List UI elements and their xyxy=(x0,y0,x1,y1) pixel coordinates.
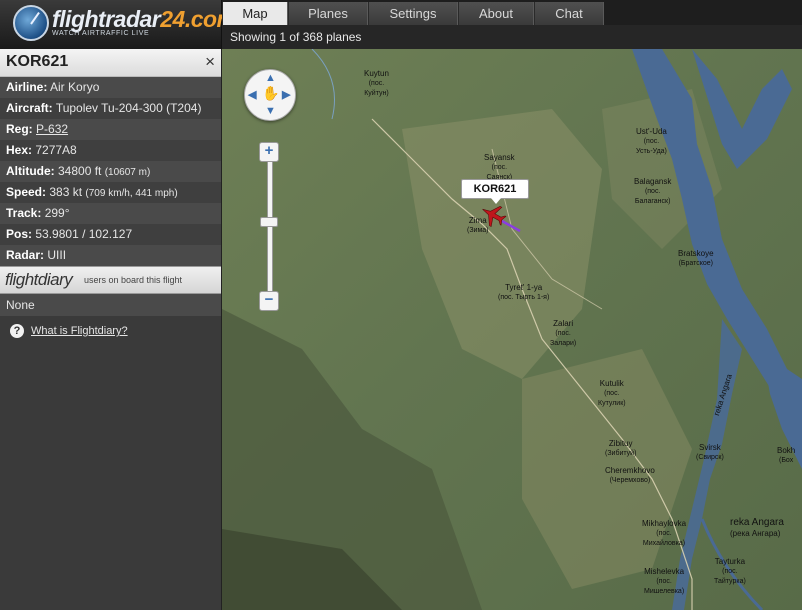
pan-up-icon[interactable]: ▲ xyxy=(265,72,276,84)
aircraft-value: Tupolev Tu-204-300 (T204) xyxy=(55,101,202,115)
speed-value: 383 kt xyxy=(49,185,83,199)
close-icon[interactable]: × xyxy=(205,52,215,72)
radar-globe-icon xyxy=(13,5,49,41)
track-label: Track: xyxy=(6,206,42,220)
pos-label: Pos: xyxy=(6,227,33,241)
airline-label: Airline: xyxy=(6,80,48,94)
logo-tagline: WATCH AIRTRAFFIC LIVE xyxy=(52,30,150,37)
logo-wordmark: flightradar24.com xyxy=(52,6,237,32)
altitude-meters: (10607 m) xyxy=(104,167,151,178)
town-svirsk: Svirsk (Свирск) xyxy=(696,443,724,461)
pan-right-icon[interactable]: ▶ xyxy=(282,88,290,101)
hex-label: Hex: xyxy=(6,143,33,157)
river-angara-ru-label: (река Ангара) xyxy=(730,529,781,538)
speed-label: Speed: xyxy=(6,185,47,199)
town-mikhaylovka: Mikhaylovka (пос. Михайловка) xyxy=(642,519,687,547)
airline-value: Air Koryo xyxy=(50,80,100,94)
town-ust-uda: Ust'-Uda (пос. Усть-Уда) xyxy=(636,127,667,155)
pan-left-icon[interactable]: ◀ xyxy=(248,88,256,101)
tab-settings[interactable]: Settings xyxy=(368,2,458,25)
altitude-label: Altitude: xyxy=(6,164,55,178)
town-sayansk: Sayansk (пос. Саянск) xyxy=(484,153,515,181)
speed-alt-units: (709 km/h, 441 mph) xyxy=(85,188,178,199)
flightdiary-bar: flightdiary users on board this flight xyxy=(0,266,221,294)
planes-count-status: Showing 1 of 368 planes xyxy=(230,30,362,44)
main-tabs: Map Planes Settings About Chat xyxy=(222,2,604,25)
town-kuytun: Kuytun (пос. Куйтун) xyxy=(364,69,389,97)
track-row: Track: 299° xyxy=(0,203,221,224)
question-icon: ? xyxy=(10,324,24,338)
what-is-flightdiary-link[interactable]: What is Flightdiary? xyxy=(31,325,128,337)
plane-callsign-label[interactable]: KOR621 xyxy=(461,179,529,204)
tab-planes[interactable]: Planes xyxy=(288,2,368,25)
track-value: 299° xyxy=(44,206,70,220)
speed-row: Speed: 383 kt (709 km/h, 441 mph) xyxy=(0,182,221,203)
town-zalari: Zalari (пос. Залари) xyxy=(550,319,577,347)
terrain-map xyxy=(222,49,802,610)
town-bokh: Bokh (Бох xyxy=(777,446,796,464)
map-view[interactable]: Kuytun (пос. Куйтун) Sayansk (пос. Саянск) Z… xyxy=(222,49,802,610)
flight-header: KOR621 × xyxy=(0,49,221,77)
zoom-in-button[interactable]: + xyxy=(259,142,279,162)
flightdiary-logo[interactable]: flightdiary xyxy=(5,270,73,290)
pan-down-icon[interactable]: ▼ xyxy=(265,105,276,117)
reg-link[interactable]: P-632 xyxy=(36,122,68,136)
flight-info-panel: KOR621 × Airline: Air Koryo Aircraft: Tu… xyxy=(0,49,222,610)
altitude-value: 34800 ft xyxy=(58,164,102,178)
radar-value: UIII xyxy=(47,248,67,262)
hand-icon: ✋ xyxy=(262,85,280,101)
zoom-out-button[interactable]: − xyxy=(259,291,279,311)
radar-label: Radar: xyxy=(6,248,45,262)
radar-row: Radar: UIII xyxy=(0,245,221,266)
zoom-slider-handle[interactable] xyxy=(260,217,278,227)
flightradar24-logo[interactable]: flightradar24.com WATCH AIRTRAFFIC LIVE xyxy=(0,0,237,49)
town-balagansk: Balagansk (пос. Балаганск) xyxy=(634,177,672,205)
reg-row: Reg: P-632 xyxy=(0,119,221,140)
flightdiary-caption: users on board this flight xyxy=(84,275,183,285)
hex-row: Hex: 7277A8 xyxy=(0,140,221,161)
pos-value: 53.9801 / 102.127 xyxy=(35,227,133,241)
header: flightradar24.com WATCH AIRTRAFFIC LIVE … xyxy=(0,0,802,49)
tab-map[interactable]: Map xyxy=(222,2,288,25)
town-tayturka: Tayturka (пос. Тайтурка) xyxy=(714,557,746,585)
town-cheremkhovo: Cheremkhovo (Черемхово) xyxy=(605,466,655,484)
position-row: Pos: 53.9801 / 102.127 xyxy=(0,224,221,245)
flightdiary-passengers: None xyxy=(0,294,221,316)
hex-value: 7277A8 xyxy=(35,143,77,157)
altitude-row: Altitude: 34800 ft (10607 m) xyxy=(0,161,221,182)
town-bratskoye: Bratskoye (Братское) xyxy=(678,249,714,267)
help-row: ? What is Flightdiary? xyxy=(0,316,221,346)
town-mishelevka: Mishelevka (пос. Мишелевка) xyxy=(644,567,685,595)
town-zibituy: Zibituy (Зибитуй) xyxy=(605,439,637,457)
town-tyret: Tyret' 1-ya (пос. Тырть 1-я) xyxy=(498,283,550,301)
tab-about[interactable]: About xyxy=(458,2,534,25)
pan-control[interactable]: ▲ ▼ ◀ ▶ ✋ xyxy=(244,69,296,121)
aircraft-row: Aircraft: Tupolev Tu-204-300 (T204) xyxy=(0,98,221,119)
airline-row: Airline: Air Koryo xyxy=(0,77,221,98)
status-bar: Showing 1 of 368 planes xyxy=(222,25,802,49)
town-kutulik: Kutulik (пос. Кутулик) xyxy=(598,379,626,407)
reg-label: Reg: xyxy=(6,122,33,136)
flight-callsign: KOR621 xyxy=(6,53,69,70)
town-zima: Zima (Зима) xyxy=(467,216,489,234)
tab-chat[interactable]: Chat xyxy=(534,2,604,25)
river-angara-label: reka Angara xyxy=(730,517,784,528)
zoom-slider-track[interactable] xyxy=(267,161,273,303)
aircraft-label: Aircraft: xyxy=(6,101,53,115)
